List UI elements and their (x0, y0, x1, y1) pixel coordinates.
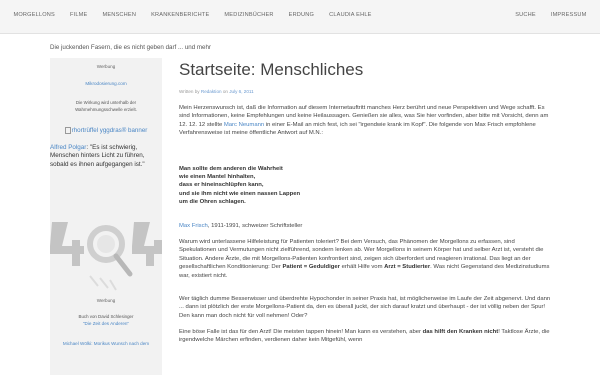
nav-impressum[interactable]: IMPRESSUM (543, 12, 594, 18)
poem-line: dass er hineinschlüpfen kann, (179, 182, 264, 189)
post-meta: Written by Redaktion on July 6, 2011 (179, 89, 254, 94)
sidebar-quote: Alfred Polgar: "Es ist schwierig, Mensch… (50, 144, 160, 169)
paragraph-4: Eine böse Falle ist das für den Arzt! Di… (179, 328, 551, 345)
author-link[interactable]: Redaktion (201, 89, 222, 94)
poem-line: wie einen Mantel hinhalten, (179, 174, 256, 181)
poem-line: und sie ihm nicht wie einen nassen Lappe… (179, 190, 301, 197)
top-navigation-bar: MORGELLONS FILME MENSCHEN KRANKENBERICHT… (0, 0, 600, 34)
frisch-quote: Man sollte dem anderen die Wahrheit wie … (179, 165, 479, 206)
quote-attribution: Max Frisch, 1911-1991, schweizer Schrift… (179, 222, 551, 230)
banner-alt-text: rhortrüffel yggdras® banner (71, 127, 148, 135)
secondary-menu: SUCHE IMPRESSUM (508, 12, 594, 18)
paragraph-2: Warum wird unterlassene Hilfeleistung fü… (179, 238, 551, 280)
nav-erdung[interactable]: ERDUNG (281, 12, 321, 18)
nav-medizinbuecher[interactable]: MEDIZINBÜCHER (217, 12, 281, 18)
p2-bold-1: Patient = Geduldiger (282, 264, 340, 271)
p4-text-a: Eine böse Falle ist das für den Arzt! Di… (179, 329, 423, 335)
marc-neumann-link[interactable]: Marc Neumann (224, 122, 264, 128)
mikrodosierung-link[interactable]: Mikrodosierung.com (50, 81, 162, 86)
main-menu: MORGELLONS FILME MENSCHEN KRANKENBERICHT… (6, 12, 379, 18)
bottom-sidebar-link[interactable]: Michael Wölki: Morikus Wunsch nach dem (50, 341, 162, 346)
nav-claudia-ehle[interactable]: CLAUDIA EHLE (322, 12, 380, 18)
date-link[interactable]: July 6, 2011 (229, 89, 253, 94)
paragraph-3: Wer täglich dumme Besserwisser und überd… (179, 296, 551, 319)
site-tagline: Die juckenden Fasern, die es nicht geben… (50, 44, 211, 51)
ad-label: Werbung (96, 64, 116, 69)
attribution-text: , 1911-1991, schweizer Schriftsteller (207, 223, 303, 229)
page-title: Startseite: Menschliches (179, 60, 364, 79)
ad-label-2: Werbung (96, 298, 116, 303)
book-title-link[interactable]: "Die Zeit des Anderen" (50, 321, 162, 326)
p4-bold: das hilft den Kranken nicht (422, 329, 499, 335)
nav-filme[interactable]: FILME (62, 12, 94, 18)
max-frisch-link[interactable]: Max Frisch (179, 223, 208, 229)
p2-text-mid: erhält Hilfe vom (339, 264, 385, 271)
nav-menschen[interactable]: MENSCHEN (95, 12, 144, 18)
poem-line: um die Ohren schlagen. (179, 198, 246, 205)
error-404-image (50, 222, 162, 291)
nav-krankenberichte[interactable]: KRANKENBERICHTE (144, 12, 217, 18)
banner-image-link[interactable]: rhortrüffel yggdras® banner (50, 127, 162, 134)
broken-image-icon (64, 127, 71, 134)
p2-bold-2: Arzt = Studierter (384, 264, 431, 271)
nav-morgellons[interactable]: MORGELLONS (6, 12, 62, 18)
paragraph-intro: Mein Herzenswunsch ist, daß die Informat… (179, 104, 551, 138)
book-author-line: Buch von David Schlesinger (78, 314, 134, 319)
poem-line: Man sollte dem anderen die Wahrheit (179, 166, 283, 172)
404-graphic-icon (50, 222, 162, 291)
ad-note: Die Wirkung wird unterhalb der Wahrnehmu… (75, 100, 137, 112)
nav-suche[interactable]: SUCHE (508, 12, 544, 18)
sidebar: Werbung Mikrodosierung.com Die Wirkung w… (50, 58, 162, 375)
meta-prefix: Written by (179, 89, 201, 94)
quote-author-link[interactable]: Alfred Polgar (50, 144, 86, 151)
